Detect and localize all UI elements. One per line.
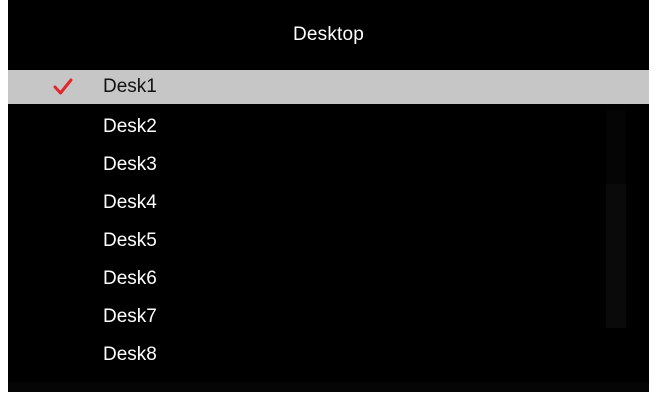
desk-list: Desk1 Desk2 Desk3 Desk4 Desk5 Desk6 Desk… <box>8 70 649 374</box>
desk-item-4[interactable]: Desk4 <box>8 184 649 222</box>
desk-item-label: Desk2 <box>103 116 157 137</box>
desk-item-6[interactable]: Desk6 <box>8 260 649 298</box>
desk-item-label: Desk6 <box>103 268 157 289</box>
desk-item-7[interactable]: Desk7 <box>8 298 649 336</box>
scrollbar-thumb[interactable] <box>606 184 626 328</box>
desk-item-3[interactable]: Desk3 <box>8 146 649 184</box>
menu-title: Desktop <box>292 24 365 45</box>
desk-item-label: Desk1 <box>103 76 157 97</box>
desk-item-label: Desk3 <box>103 154 157 175</box>
checkmark-icon <box>53 78 73 95</box>
menu-title-bar: Desktop <box>8 0 649 70</box>
menu-bottom-divider <box>8 382 649 392</box>
desktop-menu-panel: Desktop Desk1 Desk2 Desk3 Desk4 Desk5 De… <box>8 0 649 392</box>
desk-item-2[interactable]: Desk2 <box>8 108 649 146</box>
desk-item-5[interactable]: Desk5 <box>8 222 649 260</box>
desk-item-8[interactable]: Desk8 <box>8 336 649 374</box>
desk-item-label: Desk5 <box>103 230 157 251</box>
scrollbar-track[interactable] <box>606 110 626 328</box>
desk-item-label: Desk4 <box>103 192 157 213</box>
desk-item-1[interactable]: Desk1 <box>8 70 649 104</box>
desk-item-label: Desk7 <box>103 306 157 327</box>
desk-item-label: Desk8 <box>103 344 157 365</box>
